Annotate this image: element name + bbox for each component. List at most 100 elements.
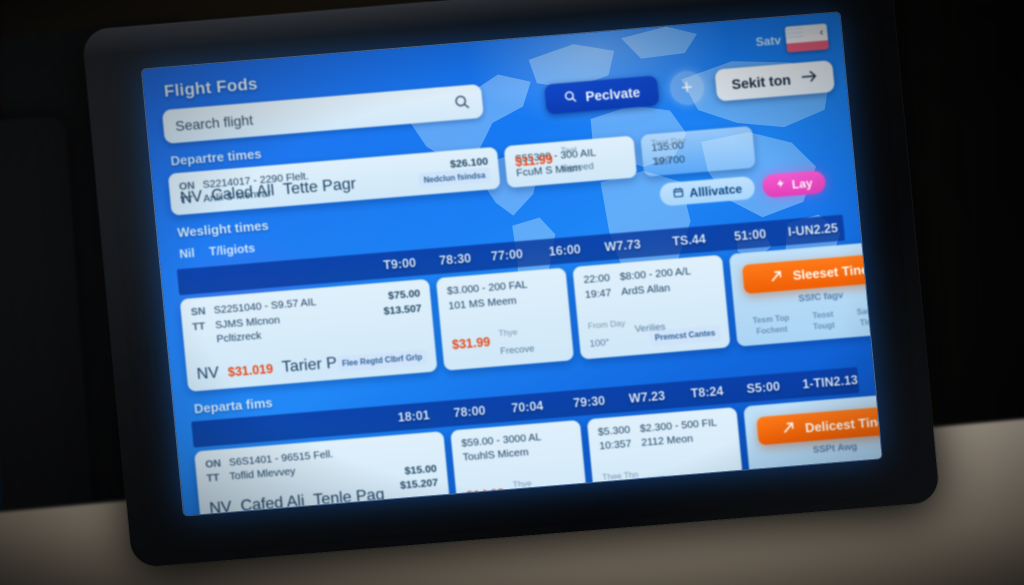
action-caption: SSPt Awg [812, 441, 858, 457]
select-time-button[interactable]: Delicest Tine [755, 404, 882, 446]
select-option-button[interactable]: Sekit ton [714, 60, 836, 102]
flight-card-detail[interactable]: 22:00 19:47 $8:00 - 200 A/L ArdS Allan F… [572, 255, 731, 360]
card-detail-footer: Thee Thn 100° Velilve [601, 461, 677, 503]
flight-card-action[interactable]: Sleeset Tine SSfC fagv Tesm Top Fochent … [728, 240, 882, 347]
card-times-note-small: From Day [587, 317, 626, 331]
action-columns: Toet Twl Tlpllakl Tledt Toet Sten Feld T… [759, 456, 882, 490]
action-column: Tesm Top Fochent [752, 313, 790, 337]
fare-price: $31.99 [451, 334, 491, 352]
chip-allivatce[interactable]: Alllivatce [658, 176, 757, 207]
card-footer: NV $31.019 Tarier Pagr [196, 353, 361, 384]
action-column: Sten Feld Tletnara [867, 457, 882, 480]
action-column: Tledt Toet [823, 461, 844, 483]
flag-icon: ‹ [784, 23, 830, 53]
time-tick: 78:30 [438, 251, 472, 269]
plus-icon: + [679, 76, 694, 99]
time-tick: W7.23 [628, 388, 666, 406]
card-times-note-small: Thee Thn [601, 469, 639, 483]
photo-scene: Satv ‹ Flight Fods Search flight Peclvat… [0, 0, 1024, 585]
card-footer-value: Cafed Ali [239, 492, 306, 515]
time-tick: S5:00 [745, 379, 781, 397]
card-line-key: TT [191, 319, 206, 333]
fare-note-small: Thye [498, 326, 518, 339]
time-tick: W7.73 [604, 237, 642, 255]
card-times-note-group: Tewt Day '100' [650, 131, 688, 170]
card-detail-line: ArdS Allan [620, 281, 671, 298]
evaluate-button[interactable]: Peclvate [544, 75, 660, 115]
card-price-secondary: $15.207 [399, 476, 439, 492]
time-tick: 70:04 [510, 398, 544, 416]
fare-note: Frecove [499, 343, 535, 358]
card-footer-key: NV [208, 498, 233, 516]
locale-label: Satv [755, 33, 782, 50]
time-tick: TS.44 [671, 232, 707, 250]
fare-note-group: Thye Frecove [498, 320, 536, 359]
search-icon [453, 93, 472, 116]
card-footer: NV Cafed Ali Tenle Pag [209, 486, 386, 516]
fare-price: $11.99 [514, 152, 554, 170]
card-price-column: $75.00 $13.507 [382, 287, 423, 318]
card-times-note: 100° [589, 337, 610, 350]
card-detail-line: 2112 Meon [640, 432, 694, 449]
card-footer-key: NV [196, 364, 220, 384]
card-footer-value: Caled All [210, 182, 276, 205]
flight-card-fare[interactable]: $3.000 - 200 FAL 101 MS Meem $31.99 Thye… [435, 267, 575, 371]
flight-card-main[interactable]: SN S2251040 - S9.57 AIL TT SJMS Mlcnon P… [179, 279, 438, 392]
status-badge: Relvost LbUza [668, 476, 736, 498]
card-times-note: 100° [603, 488, 625, 502]
action-column: Saer Teld Tletnara [856, 305, 882, 328]
select-time-button[interactable]: Sleeset Tine [741, 253, 882, 295]
card-footer-key: NV [179, 188, 204, 208]
card-times-footer: Tewt Day '100' [650, 131, 688, 170]
fare-note-group: Teat rieseed [560, 138, 594, 176]
card-line-key: SN [190, 305, 207, 319]
card-times-note-small: Tewt Day [650, 135, 687, 149]
card-footer-action[interactable]: Tenle Pag [313, 486, 386, 510]
calendar-icon [672, 186, 684, 201]
kiosk-monitor: Satv ‹ Flight Fods Search flight Peclvat… [81, 0, 941, 568]
fare-note: rieseed [562, 161, 595, 175]
time-tick: 18:01 [397, 408, 431, 425]
time-tick: 79:30 [572, 393, 606, 411]
card-price-column: $15.00 $15.207 [398, 462, 439, 493]
card-times-note-group: From Day 100° [587, 313, 628, 352]
row-header-prefix: Nil [178, 246, 196, 262]
select-time-label: Sleeset Tine [792, 262, 869, 284]
evaluate-button-label: Peclvate [584, 84, 641, 104]
card-times-note: '100' [652, 154, 673, 168]
chip-lay[interactable]: Lay [761, 170, 827, 199]
fare-note: Flareet [514, 495, 545, 509]
card-time-secondary: 10:357 [598, 437, 632, 453]
chip-label: Alllivatce [688, 181, 743, 200]
flight-card-fare[interactable]: S55300 - 300 AIL FcuM S Miam $11.99 Teat… [503, 135, 638, 189]
card-fare-footer: $14.99 Thve Flareet [465, 472, 545, 514]
time-tick: 77:00 [490, 247, 524, 264]
add-button[interactable]: + [668, 69, 706, 107]
time-tick: 1-TIN2.13 [801, 372, 859, 392]
action-column: Teost Tougt [812, 310, 836, 332]
locale-selector[interactable]: Satv ‹ [754, 23, 830, 55]
fare-note-group: Thve Flareet [512, 472, 545, 510]
card-line-key: ON [204, 457, 222, 471]
filter-chips: Alllivatce Lay [658, 170, 827, 207]
arrow-right-icon [800, 69, 818, 86]
flight-card-action[interactable]: Delicest Tine SSPt Awg Toet Twl Tlpllakl… [743, 392, 882, 498]
flight-card-detail[interactable]: $5.300 10:357 $2.300 - 500 FIL 2112 Meon… [586, 406, 745, 511]
card-line-value: Pcltizreck [216, 329, 262, 346]
row-header-label: T/ligiots [208, 241, 256, 260]
card-line-key: TT [206, 471, 221, 485]
verified-label: Velilve [647, 473, 677, 487]
action-caption: SSfC fagv [797, 290, 844, 305]
flight-app-ui: Satv ‹ Flight Fods Search flight Peclvat… [142, 12, 882, 516]
flight-card-times[interactable]: 135:00 19:700 Tewt Day '100' [640, 125, 756, 178]
fare-price: $14.99 [465, 486, 506, 504]
time-tick: 51:00 [733, 227, 767, 244]
action-columns: Tesm Top Fochent Teost Tougt Saer Teld T… [745, 305, 882, 339]
time-tick: 78:00 [452, 403, 487, 421]
time-tick: I-UN2.25 [787, 221, 839, 240]
flight-card-fare[interactable]: $59.00 - 3000 AL TouhlS Micem $14.99 Thv… [450, 419, 589, 516]
card-fare-footer: $31.99 Thye Frecove [450, 320, 535, 363]
search-placeholder: Search flight [174, 111, 254, 135]
bolt-icon [775, 178, 786, 194]
action-column: Toet Twl Tlpllakl [768, 465, 801, 488]
